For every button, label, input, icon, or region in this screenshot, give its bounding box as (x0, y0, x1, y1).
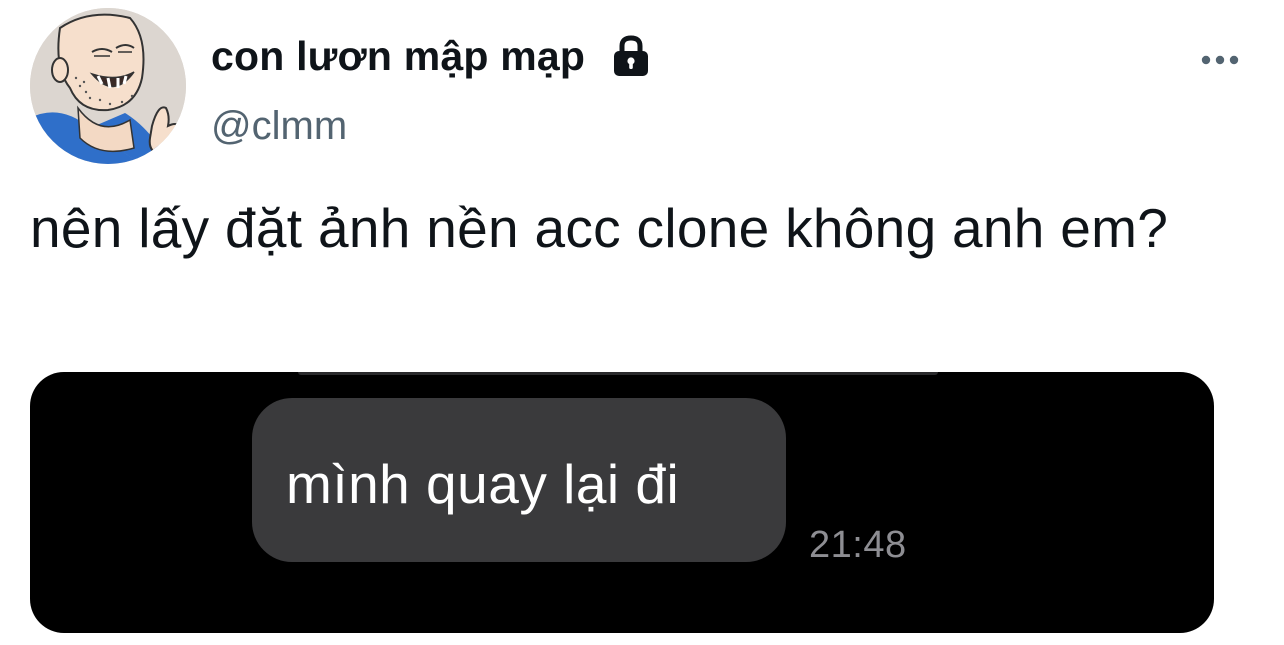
tweet-media-image[interactable]: mình quay lại đi 21:48 (30, 372, 1214, 633)
tweet-text: nên lấy đặt ảnh nền acc clone không anh … (30, 197, 1169, 259)
chat-message-timestamp: 21:48 (809, 524, 907, 566)
more-dots-icon (1201, 55, 1239, 65)
lock-icon (609, 34, 653, 78)
media-top-edge (298, 372, 938, 375)
more-options-button[interactable] (1194, 44, 1246, 76)
author-handle[interactable]: @clmm (211, 104, 347, 149)
author-avatar[interactable] (30, 8, 186, 164)
cartoon-man-avatar-icon (30, 8, 186, 164)
author-name-row: con lươn mập mạp (211, 30, 653, 82)
chat-message-text: mình quay lại đi (286, 453, 680, 515)
author-display-name[interactable]: con lươn mập mạp (211, 33, 585, 80)
chat-message-bubble: mình quay lại đi (252, 398, 786, 562)
